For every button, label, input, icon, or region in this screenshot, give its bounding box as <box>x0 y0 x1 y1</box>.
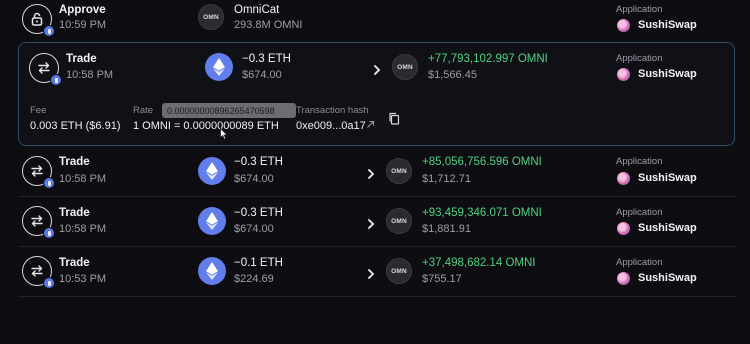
sent-value-usd: $674.00 <box>242 69 282 81</box>
application-label: Application <box>616 4 663 15</box>
row-title: Trade <box>59 156 90 168</box>
fee-value: 0.003 ETH ($6.91) <box>30 120 121 132</box>
received-value-usd: $755.17 <box>422 273 462 285</box>
sent-value-usd: $674.00 <box>234 173 274 185</box>
row-divider <box>18 246 736 247</box>
sushiswap-logo-icon <box>617 19 630 32</box>
chevron-right-icon <box>366 266 376 279</box>
application-name[interactable]: SushiSwap <box>638 172 697 184</box>
received-value-usd: $1,712.71 <box>422 173 471 185</box>
mouse-cursor-icon <box>220 128 228 140</box>
application-name[interactable]: SushiSwap <box>638 19 697 31</box>
ethereum-chain-badge-icon <box>43 25 55 37</box>
omnicat-token-icon: OMN <box>386 158 412 184</box>
omnicat-token-icon: OMN <box>198 4 224 30</box>
sent-value-usd: $674.00 <box>234 223 274 235</box>
application-label: Application <box>616 156 663 167</box>
sent-amount: −0.1 ETH <box>234 257 283 269</box>
sent-amount: −0.3 ETH <box>234 156 283 168</box>
transaction-hash-link[interactable]: 0xe009...0a17 <box>296 120 366 132</box>
swap-arrows-icon <box>22 256 55 289</box>
sushiswap-logo-icon <box>617 68 630 81</box>
sushiswap-logo-icon <box>617 222 630 235</box>
sushiswap-logo-icon <box>617 172 630 185</box>
lock-icon <box>22 4 55 37</box>
row-title: Trade <box>66 53 97 65</box>
sent-amount: −0.3 ETH <box>234 207 283 219</box>
ethereum-chain-badge-icon <box>43 227 55 239</box>
token-name: OmniCat <box>234 4 280 16</box>
rate-label: Rate <box>133 105 154 116</box>
application-name[interactable]: SushiSwap <box>638 68 697 80</box>
ethereum-chain-badge-icon <box>50 74 62 86</box>
fee-label: Fee <box>30 105 47 116</box>
row-time: 10:58 PM <box>66 69 114 81</box>
omnicat-token-icon: OMN <box>386 208 412 234</box>
received-amount: +77,793,102.997 OMNI <box>428 53 548 65</box>
application-label: Application <box>616 257 663 268</box>
omnicat-token-icon: OMN <box>386 258 412 284</box>
omnicat-token-icon: OMN <box>392 54 418 80</box>
ethereum-icon <box>198 157 226 185</box>
application-label: Application <box>616 207 663 218</box>
row-title: Trade <box>59 257 90 269</box>
sent-value-usd: $224.69 <box>234 273 274 285</box>
rate-tooltip: 0.00000000896265470598 <box>162 103 296 118</box>
row-time: 10:58 PM <box>59 173 107 185</box>
ethereum-icon <box>198 257 226 285</box>
transaction-hash-label: Transaction hash <box>296 105 369 116</box>
ethereum-chain-badge-icon <box>43 177 55 189</box>
swap-arrows-icon <box>29 53 62 86</box>
token-allowance: 293.8M OMNI <box>234 19 303 31</box>
swap-arrows-icon <box>22 156 55 189</box>
received-value-usd: $1,881.91 <box>422 223 471 235</box>
external-link-icon[interactable] <box>366 120 375 129</box>
application-name[interactable]: SushiSwap <box>638 272 697 284</box>
ethereum-icon <box>205 53 233 81</box>
chevron-right-icon <box>372 62 382 75</box>
swap-arrows-icon <box>22 206 55 239</box>
ethereum-chain-badge-icon <box>43 277 55 289</box>
application-name[interactable]: SushiSwap <box>638 222 697 234</box>
sushiswap-logo-icon <box>617 272 630 285</box>
row-time: 10:59 PM <box>59 19 107 31</box>
application-label: Application <box>616 53 663 64</box>
received-amount: +37,498,682.14 OMNI <box>422 257 536 269</box>
ethereum-icon <box>198 207 226 235</box>
row-time: 10:58 PM <box>59 223 107 235</box>
sent-amount: −0.3 ETH <box>242 53 291 65</box>
received-amount: +93,459,346.071 OMNI <box>422 207 542 219</box>
chevron-right-icon <box>366 166 376 179</box>
rate-value[interactable]: 1 OMNI = 0.0000000089 ETH <box>133 120 279 132</box>
row-title: Approve <box>59 4 106 16</box>
row-divider <box>18 296 736 297</box>
received-amount: +85,056,756.596 OMNI <box>422 156 542 168</box>
received-value-usd: $1,566.45 <box>428 69 477 81</box>
copy-icon[interactable] <box>388 112 400 125</box>
row-time: 10:53 PM <box>59 273 107 285</box>
row-divider <box>18 196 736 197</box>
row-title: Trade <box>59 207 90 219</box>
chevron-right-icon <box>366 216 376 229</box>
